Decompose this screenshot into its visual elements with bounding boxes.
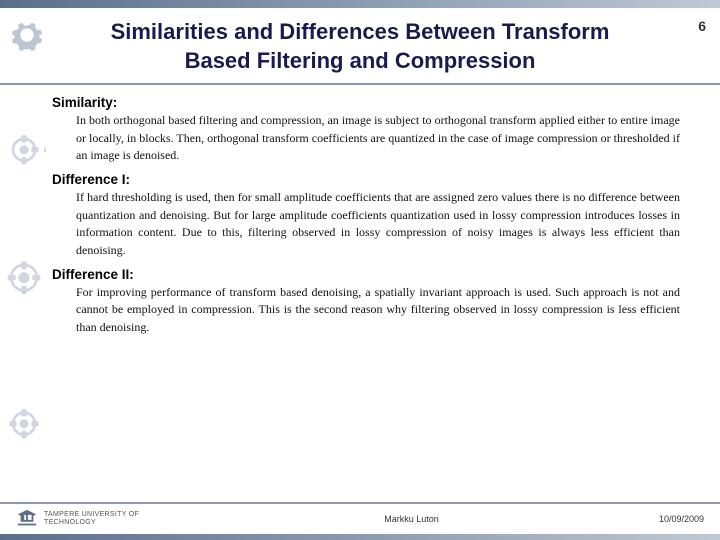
similarity-title: Similarity: [52,95,690,110]
university-logo-icon [16,508,38,530]
difference2-section: Difference II: For improving performance… [52,267,690,336]
difference2-body: For improving performance of transform b… [52,284,690,336]
header-gear-icon [8,16,46,54]
difference1-title: Difference I: [52,172,690,187]
difference2-title: Difference II: [52,267,690,282]
slide-content: Similarity: In both orthogonal based fil… [0,85,720,502]
title-line1: Similarities and Differences Between Tra… [111,19,610,44]
footer-author: Markku Luton [384,514,439,524]
title-line2: Based Filtering and Compression [185,48,536,73]
top-decorative-bar [0,0,720,8]
difference1-body: If hard thresholding is used, then for s… [52,189,690,259]
footer-logo-area: TAMPERE UNIVERSITY OF TECHNOLOGY [16,508,164,530]
footer-date: 10/09/2009 [659,514,704,524]
slide-number: 6 [698,18,706,34]
difference1-section: Difference I: If hard thresholding is us… [52,172,690,259]
similarity-section: Similarity: In both orthogonal based fil… [52,95,690,164]
slide-header: Similarities and Differences Between Tra… [0,8,720,85]
bottom-decorative-bar [0,534,720,540]
institution-name: TAMPERE UNIVERSITY OF TECHNOLOGY [44,511,164,528]
slide-footer: TAMPERE UNIVERSITY OF TECHNOLOGY Markku … [0,502,720,534]
slide: Similarities and Differences Between Tra… [0,0,720,540]
slide-title: Similarities and Differences Between Tra… [60,18,660,75]
side-decoration [2,95,46,502]
similarity-body: In both orthogonal based filtering and c… [52,112,690,164]
